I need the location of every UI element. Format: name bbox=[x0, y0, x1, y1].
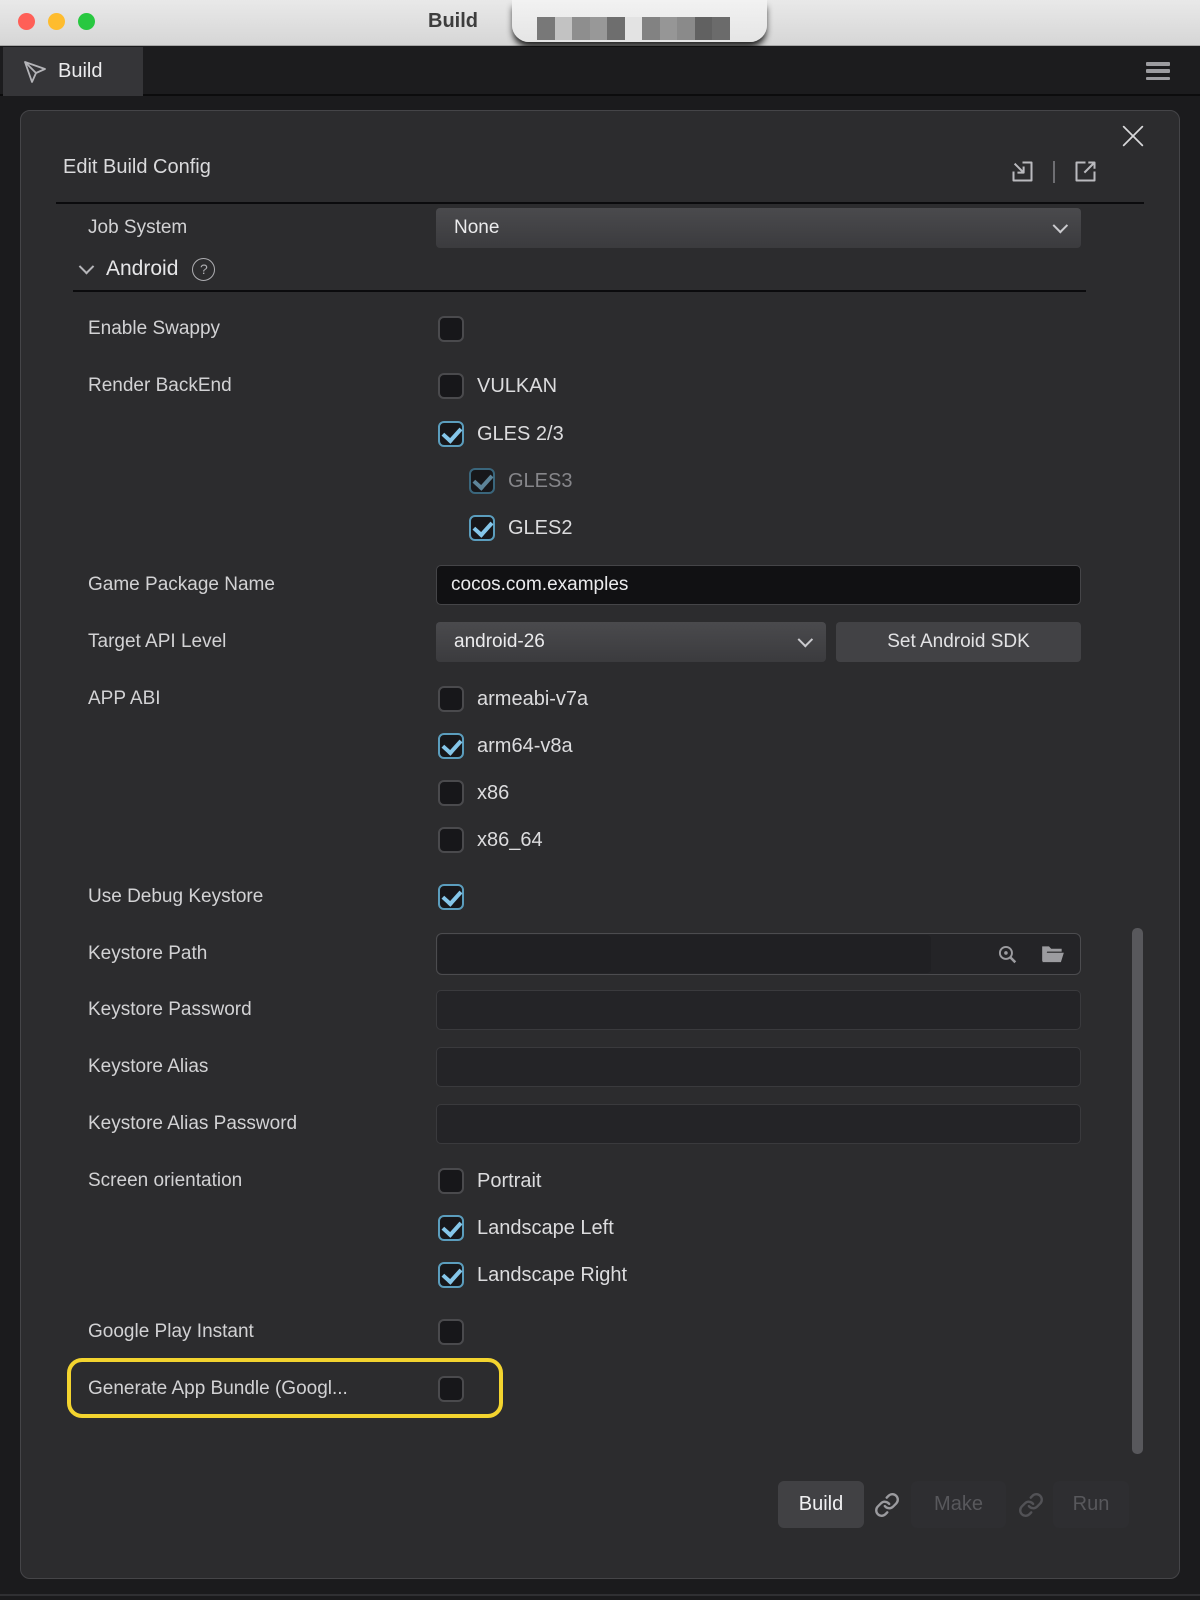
form-row-keystore-alias-password: Keystore Alias Password bbox=[88, 1102, 1081, 1146]
field-label: Use Debug Keystore bbox=[88, 886, 436, 908]
field-label: Google Play Instant bbox=[88, 1321, 436, 1343]
form-row-google-play-instant: Google Play Instant bbox=[88, 1314, 1081, 1350]
select-value: None bbox=[454, 217, 499, 239]
locate-icon[interactable] bbox=[995, 942, 1020, 967]
form-row-target-api-level: Target API Level android-26 Set Android … bbox=[88, 620, 1081, 664]
form-row-game-package-name: Game Package Name bbox=[88, 563, 1081, 607]
redaction-mosaic bbox=[537, 17, 730, 40]
close-icon[interactable] bbox=[1119, 122, 1147, 150]
form-row-arm64: arm64-v8a bbox=[88, 728, 1081, 764]
app-window: Build Build Edit Build Config Job System bbox=[0, 0, 1200, 1600]
keystore-path-input[interactable] bbox=[436, 933, 1081, 975]
scrollbar-thumb[interactable] bbox=[1132, 928, 1143, 1454]
form-row-use-debug-keystore: Use Debug Keystore bbox=[88, 879, 1081, 915]
field-label: Keystore Alias Password bbox=[88, 1113, 436, 1135]
tab-label: Build bbox=[58, 60, 102, 83]
gles23-checkbox[interactable] bbox=[438, 421, 464, 447]
keystore-path-value bbox=[438, 935, 931, 973]
form-row-render-backend: Render BackEnd VULKAN bbox=[88, 368, 1081, 404]
run-button[interactable]: Run bbox=[1053, 1481, 1129, 1528]
form-row-landscape-left: Landscape Left bbox=[88, 1210, 1081, 1246]
form-row-x86-64: x86_64 bbox=[88, 822, 1081, 858]
form-row-keystore-path: Keystore Path bbox=[88, 931, 1081, 977]
game-package-name-input[interactable] bbox=[436, 565, 1081, 605]
section-android[interactable]: Android ? bbox=[81, 251, 215, 287]
form-row-enable-swappy: Enable Swappy bbox=[88, 311, 1081, 347]
form-row-gles2: GLES2 bbox=[88, 510, 1081, 546]
form-row-keystore-alias: Keystore Alias bbox=[88, 1045, 1081, 1089]
target-api-level-select[interactable]: android-26 bbox=[436, 622, 826, 662]
help-icon[interactable]: ? bbox=[192, 258, 215, 281]
gles3-checkbox[interactable] bbox=[469, 468, 495, 494]
close-window-button[interactable] bbox=[18, 13, 35, 30]
field-label: Target API Level bbox=[88, 631, 436, 653]
window-title: Build bbox=[428, 10, 478, 33]
form-row-screen-orientation: Screen orientation Portrait bbox=[88, 1163, 1081, 1199]
landscape-right-checkbox[interactable] bbox=[438, 1262, 464, 1288]
form-row-gles3: GLES3 bbox=[88, 463, 1081, 499]
dialog-header-actions bbox=[1009, 158, 1099, 185]
paper-plane-icon bbox=[23, 60, 47, 84]
form-row-keystore-password: Keystore Password bbox=[88, 988, 1081, 1032]
form-row-job-system: Job System None bbox=[88, 206, 1081, 250]
header-rule bbox=[56, 202, 1144, 204]
folder-icon[interactable] bbox=[1040, 941, 1066, 967]
field-label: Render BackEnd bbox=[88, 375, 436, 397]
gles2-checkbox[interactable] bbox=[469, 515, 495, 541]
field-label: APP ABI bbox=[88, 688, 436, 710]
select-value: android-26 bbox=[454, 631, 545, 653]
menu-icon[interactable] bbox=[1146, 60, 1170, 82]
google-play-instant-checkbox[interactable] bbox=[438, 1319, 464, 1345]
set-android-sdk-button[interactable]: Set Android SDK bbox=[836, 622, 1081, 662]
minimize-window-button[interactable] bbox=[48, 13, 65, 30]
tab-build[interactable]: Build bbox=[3, 47, 143, 96]
use-debug-keystore-checkbox[interactable] bbox=[438, 884, 464, 910]
enable-swappy-checkbox[interactable] bbox=[438, 316, 464, 342]
link-icon bbox=[1018, 1492, 1044, 1518]
field-label: Screen orientation bbox=[88, 1170, 436, 1192]
field-label: Keystore Alias bbox=[88, 1056, 436, 1078]
export-config-icon[interactable] bbox=[1072, 158, 1099, 185]
titlebar: Build bbox=[0, 0, 1200, 46]
section-title: Android bbox=[106, 257, 178, 281]
vulkan-checkbox[interactable] bbox=[438, 373, 464, 399]
x86-64-checkbox[interactable] bbox=[438, 827, 464, 853]
import-config-icon[interactable] bbox=[1009, 158, 1036, 185]
keystore-alias-password-input[interactable] bbox=[436, 1104, 1081, 1144]
form-row-generate-app-bundle: Generate App Bundle (Googl... bbox=[88, 1371, 1081, 1407]
form-row-app-abi: APP ABI armeabi-v7a bbox=[88, 681, 1081, 717]
make-button[interactable]: Make bbox=[911, 1481, 1006, 1528]
generate-app-bundle-checkbox[interactable] bbox=[438, 1376, 464, 1402]
keystore-alias-input[interactable] bbox=[436, 1047, 1081, 1087]
field-label: Keystore Password bbox=[88, 999, 436, 1021]
x86-checkbox[interactable] bbox=[438, 780, 464, 806]
field-label: Enable Swappy bbox=[88, 318, 436, 340]
arm64-v8a-checkbox[interactable] bbox=[438, 733, 464, 759]
zoom-window-button[interactable] bbox=[78, 13, 95, 30]
field-label: Job System bbox=[88, 217, 436, 239]
keystore-password-input[interactable] bbox=[436, 990, 1081, 1030]
portrait-checkbox[interactable] bbox=[438, 1168, 464, 1194]
edit-build-config-dialog: Edit Build Config Job System None Androi… bbox=[20, 110, 1180, 1579]
form-row-x86: x86 bbox=[88, 775, 1081, 811]
chevron-down-icon bbox=[79, 258, 95, 274]
link-icon bbox=[874, 1492, 900, 1518]
form-row-landscape-right: Landscape Right bbox=[88, 1257, 1081, 1293]
header-divider bbox=[1053, 161, 1055, 183]
chevron-down-icon bbox=[798, 631, 814, 647]
window-bottom-rule bbox=[0, 1594, 1200, 1596]
build-button[interactable]: Build bbox=[778, 1481, 864, 1528]
field-label: Game Package Name bbox=[88, 574, 436, 596]
job-system-select[interactable]: None bbox=[436, 208, 1081, 248]
field-label: Keystore Path bbox=[88, 943, 436, 965]
redacted-area bbox=[512, 0, 767, 42]
chevron-down-icon bbox=[1053, 217, 1069, 233]
tabbar: Build bbox=[0, 47, 1200, 96]
field-label: Generate App Bundle (Googl... bbox=[88, 1378, 436, 1400]
dialog-title: Edit Build Config bbox=[63, 156, 211, 179]
armeabi-v7a-checkbox[interactable] bbox=[438, 686, 464, 712]
form-row-gles23: GLES 2/3 bbox=[88, 416, 1081, 452]
landscape-left-checkbox[interactable] bbox=[438, 1215, 464, 1241]
section-rule bbox=[73, 290, 1086, 292]
